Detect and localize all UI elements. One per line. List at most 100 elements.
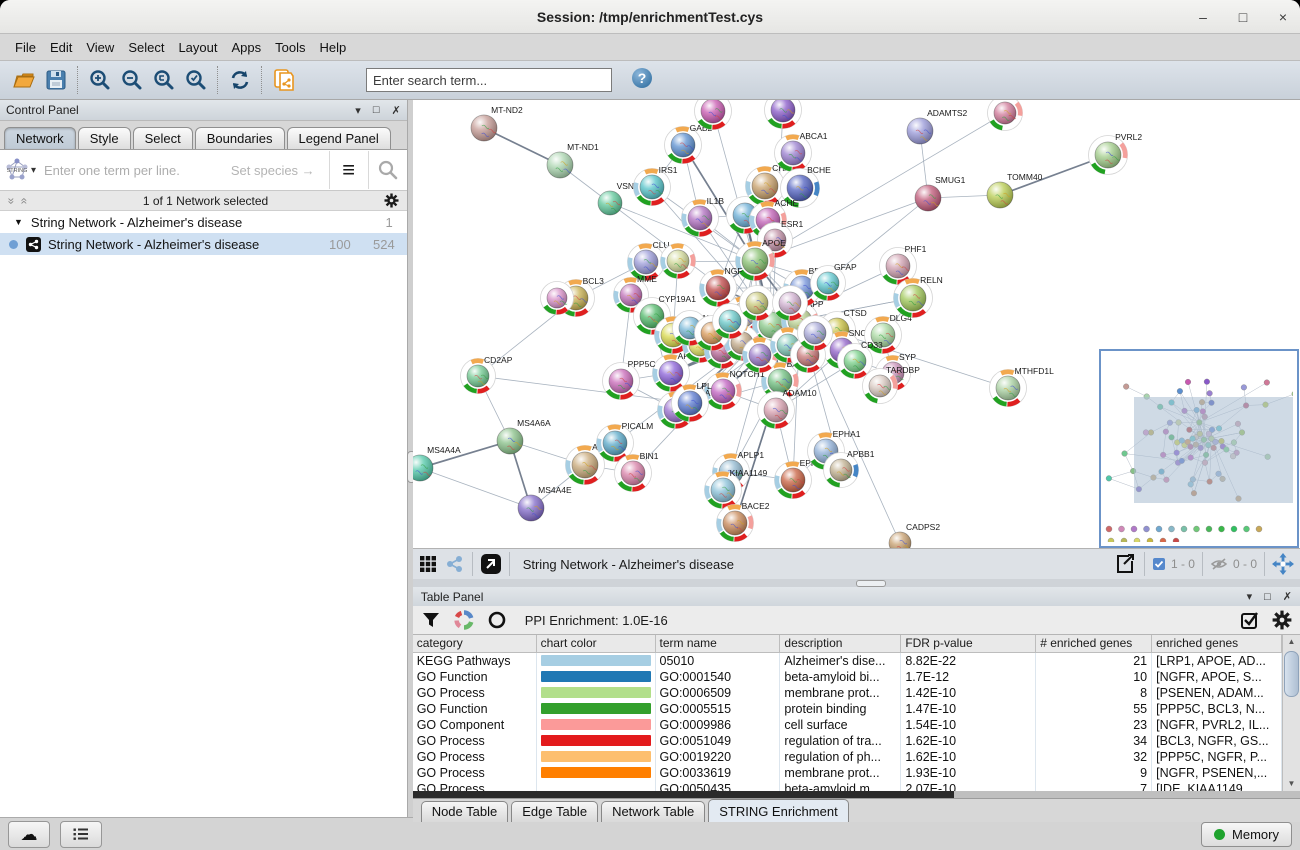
string-query-input[interactable]: Enter one term per line. Set species →: [40, 150, 329, 190]
network-node[interactable]: [772, 286, 807, 321]
filter-icon[interactable]: [421, 610, 441, 630]
table-horizontal-scrollbar[interactable]: [413, 791, 1300, 798]
expand-all-icon[interactable]: »: [4, 197, 18, 204]
network-share-icon[interactable]: [445, 555, 465, 573]
tree-expand-icon[interactable]: ▼: [14, 217, 23, 227]
menu-select[interactable]: Select: [121, 37, 171, 58]
column-header-term-name[interactable]: term name: [656, 635, 781, 653]
network-node[interactable]: CD2AP: [460, 355, 512, 394]
ring-chart-icon[interactable]: [487, 610, 507, 630]
column-header-description[interactable]: description: [780, 635, 901, 653]
collapse-all-icon[interactable]: «: [17, 197, 31, 204]
tab-network[interactable]: Network: [4, 127, 76, 149]
table-row[interactable]: GO ProcessGO:0006509membrane prot...1.42…: [413, 685, 1282, 701]
table-row[interactable]: KEGG Pathways05010Alzheimer's dise...8.8…: [413, 653, 1282, 669]
network-node[interactable]: [540, 282, 573, 315]
export-network-icon[interactable]: [1113, 552, 1137, 576]
panel-close-icon[interactable]: ✗: [391, 104, 400, 117]
pan-navigate-icon[interactable]: [1272, 553, 1294, 575]
minimize-button[interactable]: –: [1194, 9, 1212, 25]
zoom-selected-icon[interactable]: [180, 65, 212, 95]
scroll-up-icon[interactable]: ▲: [1288, 635, 1296, 649]
menu-file[interactable]: File: [8, 37, 43, 58]
tab-style[interactable]: Style: [78, 127, 131, 149]
network-node[interactable]: IRS1: [633, 165, 677, 206]
apply-layout-icon[interactable]: [224, 65, 256, 95]
network-node[interactable]: IL1B: [681, 196, 724, 237]
string-logo-icon[interactable]: STRING ▾: [0, 151, 40, 189]
network-node[interactable]: TARDBP: [862, 365, 920, 404]
set-species-hint[interactable]: Set species →: [231, 163, 315, 178]
menu-tools[interactable]: Tools: [268, 37, 312, 58]
help-icon[interactable]: ?: [630, 66, 654, 95]
network-node[interactable]: GAB2: [664, 123, 712, 164]
network-node[interactable]: SMUG1: [915, 175, 966, 211]
birdseye-toggle-icon[interactable]: [480, 553, 502, 575]
panel-collapse-icon[interactable]: ▾: [355, 104, 361, 117]
network-tree-row[interactable]: ▼String Network - Alzheimer's disease1: [0, 211, 407, 233]
column-header--enriched-genes[interactable]: # enriched genes: [1036, 635, 1152, 653]
open-session-icon[interactable]: [8, 65, 40, 95]
copy-network-icon[interactable]: [268, 65, 300, 95]
menu-layout[interactable]: Layout: [171, 37, 224, 58]
table-row[interactable]: GO ProcessGO:0050435beta-amyloid m...2.0…: [413, 781, 1282, 791]
table-row[interactable]: GO ComponentGO:0009986cell surface1.54E-…: [413, 717, 1282, 733]
network-node[interactable]: [797, 316, 832, 351]
network-node[interactable]: MT-ND2: [471, 105, 523, 141]
scroll-down-icon[interactable]: ▼: [1288, 777, 1296, 791]
network-options-gear-icon[interactable]: [384, 193, 399, 208]
network-node[interactable]: [739, 286, 774, 321]
network-node[interactable]: MT-ND1: [547, 142, 599, 178]
table-splitter[interactable]: [413, 579, 1300, 587]
table-row[interactable]: GO ProcessGO:0051049regulation of tra...…: [413, 733, 1282, 749]
network-node[interactable]: PPP5C: [602, 359, 655, 400]
scrollbar-thumb[interactable]: [1284, 651, 1299, 697]
hscrollbar-thumb[interactable]: [413, 791, 954, 798]
network-node[interactable]: ADAMTS2: [907, 108, 968, 144]
overview-viewport-rect[interactable]: [1134, 397, 1293, 503]
table-row[interactable]: GO FunctionGO:0005515protein binding1.47…: [413, 701, 1282, 717]
task-list-button[interactable]: [60, 821, 102, 848]
network-node[interactable]: MTHFD1L: [989, 366, 1054, 407]
network-node[interactable]: NOTCH1: [704, 369, 764, 410]
tab-legend-panel[interactable]: Legend Panel: [287, 127, 391, 149]
column-header-category[interactable]: category: [413, 635, 537, 653]
zoom-fit-icon[interactable]: [148, 65, 180, 95]
table-row[interactable]: GO FunctionGO:0001540beta-amyloid bi...1…: [413, 669, 1282, 685]
string-search-button[interactable]: [368, 151, 407, 189]
menu-view[interactable]: View: [79, 37, 121, 58]
zoom-in-icon[interactable]: [84, 65, 116, 95]
column-header-chart-color[interactable]: chart color: [537, 635, 656, 653]
table-close-icon[interactable]: ✗: [1283, 590, 1292, 603]
menu-apps[interactable]: Apps: [225, 37, 269, 58]
search-input[interactable]: [366, 68, 612, 92]
string-options-button[interactable]: ≡: [329, 151, 368, 189]
table-row[interactable]: GO ProcessGO:0019220regulation of ph...1…: [413, 749, 1282, 765]
tab-edge-table[interactable]: Edge Table: [511, 801, 598, 822]
menu-edit[interactable]: Edit: [43, 37, 79, 58]
network-node[interactable]: MS4A6A: [497, 418, 551, 454]
network-node[interactable]: [764, 100, 801, 129]
column-header-enriched-genes[interactable]: enriched genes: [1152, 635, 1282, 653]
network-node[interactable]: ADAM10: [757, 388, 816, 429]
select-columns-icon[interactable]: [1240, 610, 1260, 630]
tab-select[interactable]: Select: [133, 127, 193, 149]
tab-node-table[interactable]: Node Table: [421, 801, 509, 822]
tab-boundaries[interactable]: Boundaries: [195, 127, 285, 149]
network-node[interactable]: [987, 100, 1022, 131]
birdseye-overview-panel[interactable]: [1099, 349, 1299, 548]
task-history-button[interactable]: ☁: [8, 821, 50, 848]
table-vertical-scrollbar[interactable]: ▲ ▼: [1282, 635, 1300, 791]
network-tree-row[interactable]: String Network - Alzheimer's disease1005…: [0, 233, 407, 255]
panel-float-icon[interactable]: □: [373, 104, 380, 116]
maximize-button[interactable]: □: [1234, 9, 1252, 25]
table-float-icon[interactable]: □: [1264, 591, 1271, 603]
table-settings-gear-icon[interactable]: [1272, 610, 1292, 630]
table-collapse-icon[interactable]: ▾: [1247, 590, 1253, 603]
tab-string-enrichment[interactable]: STRING Enrichment: [708, 799, 848, 822]
grid-view-icon[interactable]: [419, 555, 437, 573]
network-node[interactable]: [660, 244, 695, 279]
table-splitter-handle[interactable]: [856, 580, 886, 587]
network-node[interactable]: CADPS2: [889, 522, 940, 548]
network-node[interactable]: PVRL2: [1088, 132, 1142, 175]
